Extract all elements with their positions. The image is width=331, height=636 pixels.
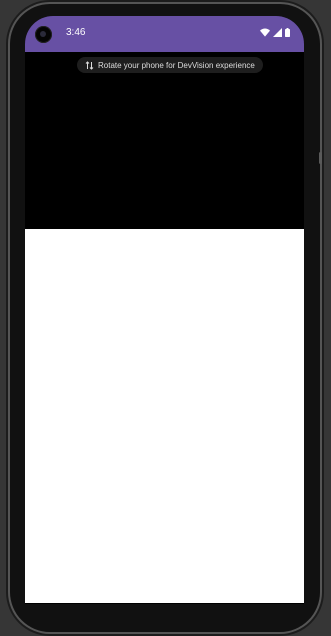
wifi-icon — [260, 28, 270, 37]
side-power-button[interactable] — [319, 152, 322, 164]
status-bar: 3:46 — [25, 16, 304, 52]
status-icons — [260, 28, 290, 37]
signal-icon — [273, 28, 282, 37]
rotate-phone-banner: Rotate your phone for DevVision experien… — [77, 57, 263, 73]
app-content-area[interactable] — [25, 229, 304, 603]
phone-screen: 3:46 Rotate your phone for DevVision exp… — [25, 16, 304, 604]
status-time: 3:46 — [66, 27, 86, 38]
front-camera-icon — [35, 26, 52, 43]
rotate-banner-text: Rotate your phone for DevVision experien… — [98, 60, 255, 70]
rotate-icon — [85, 60, 94, 70]
battery-icon — [285, 28, 290, 37]
